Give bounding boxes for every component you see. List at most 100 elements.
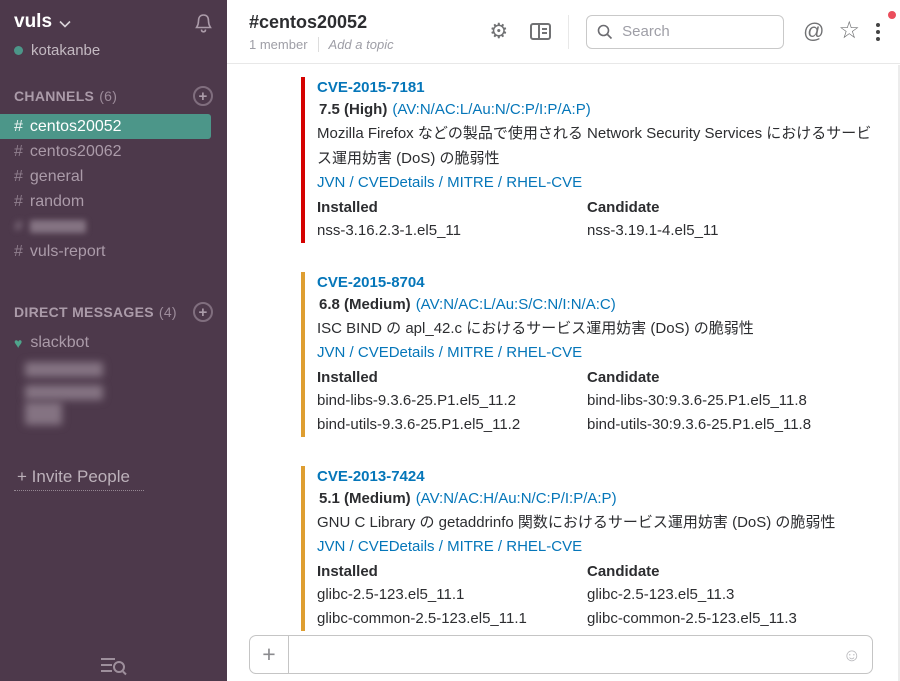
mitre-link[interactable]: MITRE bbox=[447, 174, 494, 191]
gear-icon[interactable]: ⚙ bbox=[489, 21, 508, 42]
channel-label: centos20052 bbox=[30, 118, 122, 136]
add-channel-icon[interactable]: + bbox=[193, 86, 213, 106]
dms-count: (4) bbox=[159, 304, 177, 320]
slack-app: vuls kotakanbe CHANNELS (6) + # centos20… bbox=[0, 0, 900, 681]
rhel-cve-link[interactable]: RHEL-CVE bbox=[506, 344, 582, 361]
jvn-link[interactable]: JVN bbox=[317, 344, 345, 361]
cve-link[interactable]: CVE-2015-8704 bbox=[317, 272, 425, 293]
add-dm-icon[interactable]: + bbox=[193, 302, 213, 322]
hash-icon: # bbox=[14, 143, 23, 161]
page-title: #centos20052 bbox=[249, 12, 394, 33]
rhel-cve-link[interactable]: RHEL-CVE bbox=[506, 538, 582, 555]
hash-icon: # bbox=[14, 118, 23, 136]
sidebar: vuls kotakanbe CHANNELS (6) + # centos20… bbox=[0, 0, 227, 681]
channel-list-search-icon[interactable] bbox=[100, 655, 127, 676]
mitre-link[interactable]: MITRE bbox=[447, 538, 494, 555]
hash-icon: # bbox=[14, 193, 23, 211]
team-header: vuls kotakanbe bbox=[0, 11, 227, 59]
sidebar-item-redacted-dm-2[interactable] bbox=[0, 385, 227, 425]
message-attachment: CVE-2013-7424 5.1 (Medium) (AV:N/AC:H/Au:… bbox=[301, 466, 880, 631]
message-input[interactable] bbox=[289, 636, 843, 673]
current-user[interactable]: kotakanbe bbox=[14, 42, 213, 59]
candidate-field: Candidate glibc-2.5-123.el5_11.3 glibc-c… bbox=[587, 561, 857, 631]
candidate-package: glibc-2.5-123.el5_11.3 bbox=[587, 583, 857, 607]
jvn-link[interactable]: JVN bbox=[317, 538, 345, 555]
search-placeholder: Search bbox=[622, 23, 670, 40]
message-list: CVE-2015-7181 7.5 (High) (AV:N/AC:L/Au:N/… bbox=[227, 64, 900, 632]
installed-package: glibc-2.5-123.el5_11.1 bbox=[317, 583, 587, 607]
channel-label: vuls-report bbox=[30, 243, 106, 261]
reference-links: JVN / CVEDetails / MITRE / RHEL-CVE bbox=[317, 171, 880, 195]
candidate-package: glibc-common-2.5-123.el5_11.3 bbox=[587, 607, 857, 631]
channels-section-header[interactable]: CHANNELS (6) + bbox=[0, 86, 227, 106]
dm-label: slackbot bbox=[30, 334, 89, 352]
jvn-link[interactable]: JVN bbox=[317, 174, 345, 191]
installed-package: glibc-common-2.5-123.el5_11.1 bbox=[317, 607, 587, 631]
header-divider bbox=[568, 15, 569, 49]
chevron-down-icon[interactable] bbox=[59, 20, 71, 28]
channels-count: (6) bbox=[99, 88, 117, 104]
installed-package: bind-libs-9.3.6-25.P1.el5_11.2 bbox=[317, 389, 587, 413]
notification-dot bbox=[888, 11, 896, 19]
channel-header: #centos20052 1 member Add a topic ⚙ Sear… bbox=[227, 0, 900, 64]
sidebar-item-redacted-channel[interactable]: # bbox=[0, 214, 227, 239]
reference-links: JVN / CVEDetails / MITRE / RHEL-CVE bbox=[317, 535, 880, 559]
dms-section-header[interactable]: DIRECT MESSAGES (4) + bbox=[0, 302, 227, 322]
message-attachment: CVE-2015-7181 7.5 (High) (AV:N/AC:L/Au:N/… bbox=[301, 77, 880, 243]
installed-package: bind-utils-9.3.6-25.P1.el5_11.2 bbox=[317, 413, 587, 437]
cvss-score: 6.8 (Medium) bbox=[319, 296, 411, 313]
installed-field: Installed glibc-2.5-123.el5_11.1 glibc-c… bbox=[317, 561, 587, 631]
cvedetails-link[interactable]: CVEDetails bbox=[358, 344, 435, 361]
search-input[interactable]: Search bbox=[586, 15, 784, 49]
candidate-package: nss-3.19.1-4.el5_11 bbox=[587, 219, 857, 243]
cvedetails-link[interactable]: CVEDetails bbox=[358, 174, 435, 191]
channels-header-label: CHANNELS bbox=[14, 88, 94, 104]
main-pane: #centos20052 1 member Add a topic ⚙ Sear… bbox=[227, 0, 900, 681]
cvss-vector-link[interactable]: (AV:N/AC:H/Au:N/C:P/I:P/A:P) bbox=[416, 490, 617, 507]
cve-link[interactable]: CVE-2015-7181 bbox=[317, 77, 425, 98]
sidebar-item-centos20052[interactable]: # centos20052 bbox=[0, 114, 211, 139]
mentions-icon[interactable]: @ bbox=[803, 20, 824, 44]
cvss-vector-link[interactable]: (AV:N/AC:L/Au:N/C:P/I:P/A:P) bbox=[392, 101, 590, 118]
candidate-field: Candidate bind-libs-30:9.3.6-25.P1.el5_1… bbox=[587, 367, 857, 437]
candidate-package: bind-libs-30:9.3.6-25.P1.el5_11.8 bbox=[587, 389, 857, 413]
sidebar-item-redacted-dm-1[interactable] bbox=[25, 362, 103, 377]
meta-divider bbox=[318, 37, 319, 52]
sidebar-item-general[interactable]: # general bbox=[0, 164, 227, 189]
cvss-score: 5.1 (Medium) bbox=[319, 490, 411, 507]
channel-label: centos20062 bbox=[30, 143, 122, 161]
installed-field: Installed bind-libs-9.3.6-25.P1.el5_11.2… bbox=[317, 367, 587, 437]
vuln-summary: Mozilla Firefox などの製品で使用される Network Secu… bbox=[317, 121, 880, 171]
mitre-link[interactable]: MITRE bbox=[447, 344, 494, 361]
heart-icon: ♥ bbox=[14, 335, 22, 351]
reference-links: JVN / CVEDetails / MITRE / RHEL-CVE bbox=[317, 341, 880, 365]
message-attachment: CVE-2015-8704 6.8 (Medium) (AV:N/AC:L/Au:… bbox=[301, 272, 880, 437]
sidebar-item-centos20062[interactable]: # centos20062 bbox=[0, 139, 227, 164]
attach-file-button[interactable]: + bbox=[250, 636, 289, 673]
channel-label: general bbox=[30, 168, 83, 186]
workspace-name[interactable]: vuls bbox=[14, 11, 52, 33]
sidebar-item-vuls-report[interactable]: # vuls-report bbox=[0, 239, 227, 264]
emoji-picker-icon[interactable]: ☺ bbox=[843, 646, 872, 664]
notifications-bell-icon[interactable] bbox=[194, 13, 213, 33]
sidebar-item-random[interactable]: # random bbox=[0, 189, 227, 214]
search-icon bbox=[597, 24, 613, 40]
cvss-vector-link[interactable]: (AV:N/AC:L/Au:S/C:N/I:N/A:C) bbox=[416, 296, 616, 313]
member-count[interactable]: 1 member bbox=[249, 37, 308, 52]
sidebar-item-slackbot[interactable]: ♥ slackbot bbox=[0, 330, 227, 355]
candidate-package: bind-utils-30:9.3.6-25.P1.el5_11.8 bbox=[587, 413, 857, 437]
flexpane-toggle-icon[interactable] bbox=[530, 23, 551, 40]
rhel-cve-link[interactable]: RHEL-CVE bbox=[506, 174, 582, 191]
installed-field: Installed nss-3.16.2.3-1.el5_11 bbox=[317, 197, 587, 243]
hash-icon: # bbox=[14, 168, 23, 186]
message-composer: + ☺ bbox=[249, 635, 873, 674]
candidate-field: Candidate nss-3.19.1-4.el5_11 bbox=[587, 197, 857, 243]
add-topic-button[interactable]: Add a topic bbox=[329, 37, 394, 52]
cvss-score: 7.5 (High) bbox=[319, 101, 387, 118]
cvedetails-link[interactable]: CVEDetails bbox=[358, 538, 435, 555]
invite-people-button[interactable]: + Invite People bbox=[14, 467, 144, 491]
channel-label: random bbox=[30, 193, 84, 211]
cve-link[interactable]: CVE-2013-7424 bbox=[317, 466, 425, 487]
more-options-icon[interactable] bbox=[876, 23, 880, 41]
starred-items-icon[interactable]: ☆ bbox=[838, 19, 860, 43]
